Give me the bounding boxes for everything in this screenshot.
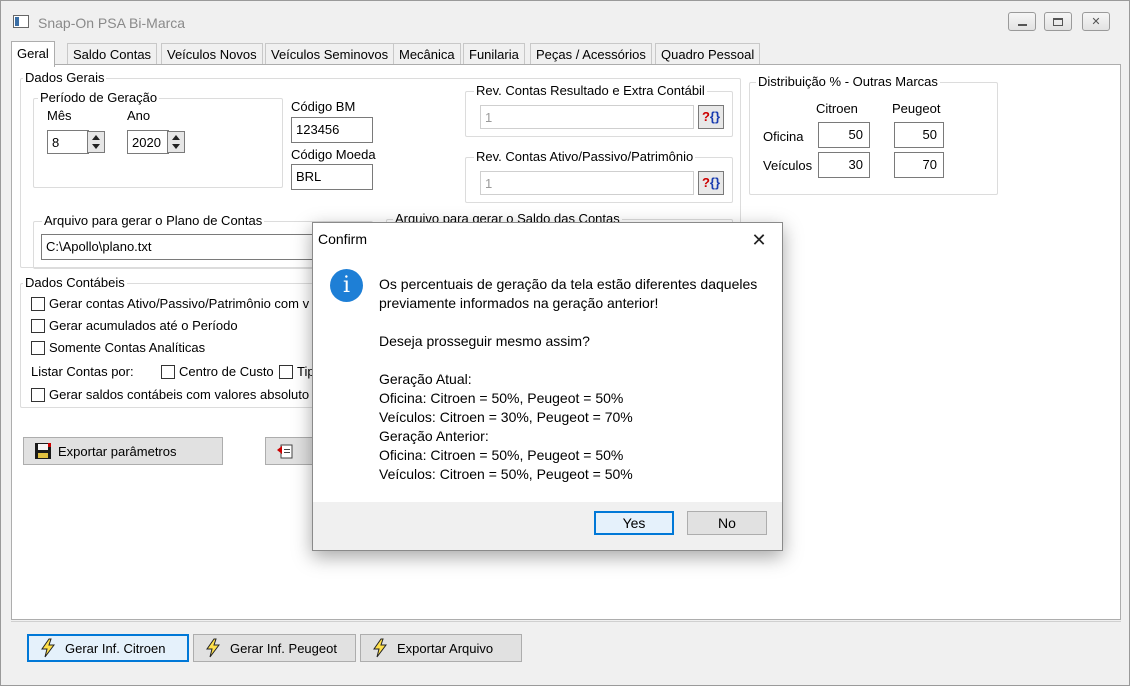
tab-saldo-contas[interactable]: Saldo Contas (67, 43, 158, 65)
rev-ativo-title: Rev. Contas Ativo/Passivo/Patrimônio (474, 149, 696, 164)
dialog-title: Confirm (318, 231, 368, 247)
dialog-button-bar: Yes No (313, 502, 782, 550)
minimize-button[interactable] (1008, 12, 1036, 31)
mes-input[interactable]: 8 (47, 130, 89, 154)
gerar-peugeot-button[interactable]: Gerar Inf. Peugeot (193, 634, 356, 662)
ano-spinner[interactable] (167, 131, 185, 153)
codigo-moeda-label: Código Moeda (291, 147, 376, 162)
maximize-button[interactable] (1044, 12, 1072, 31)
col-peugeot-label: Peugeot (892, 101, 941, 116)
dados-contabeis-group: Dados Contábeis Gerar contas Ativo/Passi… (20, 275, 322, 408)
row-oficina-label: Oficina (763, 129, 804, 144)
rev-resultado-title: Rev. Contas Resultado e Extra Contábil (474, 83, 707, 98)
close-icon: ✕ (751, 230, 767, 250)
ano-label: Ano (127, 108, 151, 123)
periodo-title: Período de Geração (38, 90, 160, 105)
tab-funilaria[interactable]: Funilaria (463, 43, 525, 65)
checkbox-centro-custo-label[interactable]: Centro de Custo (179, 364, 274, 379)
checkbox-ativo-passivo-label[interactable]: Gerar contas Ativo/Passivo/Patrimônio co… (49, 296, 309, 311)
oficina-citroen-input[interactable]: 50 (818, 122, 870, 148)
no-button[interactable]: No (687, 511, 767, 535)
dialog-close-button[interactable]: ✕ (744, 227, 774, 253)
checkbox-analiticas-label[interactable]: Somente Contas Analíticas (49, 340, 205, 355)
codigo-bm-label: Código BM (291, 99, 356, 114)
tab-veiculos-novos[interactable]: Veículos Novos (161, 43, 263, 65)
checkbox-analiticas[interactable] (31, 341, 45, 355)
checkbox-tipo[interactable] (279, 365, 293, 379)
gerar-citroen-label: Gerar Inf. Citroen (65, 640, 166, 656)
tab-veiculos-seminovos[interactable]: Veículos Seminovos (265, 43, 395, 65)
rev-resultado-input[interactable]: 1 (480, 105, 694, 129)
rev-ativo-lookup-button[interactable]: ?{} (698, 171, 724, 195)
tab-geral[interactable]: Geral (11, 41, 55, 67)
distribuicao-group: Distribuição % - Outras Marcas Citroen P… (749, 74, 998, 195)
message-line: Geração Atual: (379, 371, 472, 387)
codigo-moeda-input[interactable]: BRL (291, 164, 373, 190)
message-line: Oficina: Citroen = 50%, Peugeot = 50% (379, 447, 624, 463)
exportar-arquivo-button[interactable]: Exportar Arquivo (360, 634, 522, 662)
app-icon (13, 15, 29, 28)
mes-label: Mês (47, 108, 72, 123)
message-line: Veículos: Citroen = 50%, Peugeot = 50% (379, 466, 633, 482)
gerar-citroen-button[interactable]: Gerar Inf. Citroen (27, 634, 189, 662)
gerar-peugeot-label: Gerar Inf. Peugeot (230, 640, 337, 656)
minimize-icon (1017, 23, 1027, 26)
listar-contas-label: Listar Contas por: (31, 364, 134, 379)
rev-ativo-input[interactable]: 1 (480, 171, 694, 195)
title-bar[interactable]: Snap-On PSA Bi-Marca ✕ (1, 1, 1129, 37)
lightning-icon (373, 638, 387, 658)
arquivo-plano-title: Arquivo para gerar o Plano de Contas (42, 213, 265, 228)
exportar-parametros-label: Exportar parâmetros (58, 443, 177, 459)
exportar-arquivo-label: Exportar Arquivo (397, 640, 494, 656)
checkbox-ativo-passivo[interactable] (31, 297, 45, 311)
checkbox-valores-absolutos[interactable] (31, 388, 45, 402)
lightning-icon (206, 638, 220, 658)
maximize-icon (1053, 17, 1063, 26)
yes-button[interactable]: Yes (594, 511, 674, 535)
row-veiculos-label: Veículos (763, 158, 813, 173)
rev-resultado-group: Rev. Contas Resultado e Extra Contábil 1… (465, 83, 733, 137)
save-disk-icon (35, 443, 51, 459)
col-citroen-label: Citroen (816, 101, 858, 116)
message-line: Os percentuais de geração da tela estão … (379, 276, 758, 292)
ano-input[interactable]: 2020 (127, 130, 169, 154)
close-icon: ✕ (1091, 16, 1101, 28)
arquivo-plano-input[interactable]: C:\Apollo\plano.txt (41, 234, 331, 260)
message-line: Veículos: Citroen = 30%, Peugeot = 70% (379, 409, 633, 425)
window-title: Snap-On PSA Bi-Marca (38, 15, 186, 31)
rev-resultado-lookup-button[interactable]: ?{} (698, 105, 724, 129)
tab-pecas-acessorios[interactable]: Peças / Acessórios (530, 43, 652, 65)
lightning-icon (41, 638, 55, 658)
footer-bar: Gerar Inf. Citroen Gerar Inf. Peugeot Ex… (11, 621, 1121, 679)
import-document-icon (277, 444, 293, 459)
tab-quadro-pessoal[interactable]: Quadro Pessoal (655, 43, 761, 65)
rev-ativo-group: Rev. Contas Ativo/Passivo/Patrimônio 1 ?… (465, 149, 733, 203)
checkbox-acumulados-label[interactable]: Gerar acumulados até o Período (49, 318, 238, 333)
message-line: previamente informados na geração anteri… (379, 295, 659, 311)
oficina-peugeot-input[interactable]: 50 (894, 122, 944, 148)
confirm-dialog: Confirm ✕ i Os percentuais de geração da… (312, 222, 783, 551)
tab-mecanica[interactable]: Mecânica (393, 43, 461, 65)
checkbox-acumulados[interactable] (31, 319, 45, 333)
periodo-group: Período de Geração Mês 8 Ano 2020 (33, 90, 283, 188)
veiculos-peugeot-input[interactable]: 70 (894, 152, 944, 178)
codigo-bm-input[interactable]: 123456 (291, 117, 373, 143)
checkbox-centro-custo[interactable] (161, 365, 175, 379)
dados-contabeis-title: Dados Contábeis (23, 275, 127, 290)
info-icon: i (330, 269, 363, 302)
dados-gerais-title: Dados Gerais (23, 70, 107, 85)
checkbox-valores-absolutos-label[interactable]: Gerar saldos contábeis com valores absol… (49, 387, 309, 402)
message-line: Geração Anterior: (379, 428, 489, 444)
exportar-parametros-button[interactable]: Exportar parâmetros (23, 437, 223, 465)
distribuicao-title: Distribuição % - Outras Marcas (756, 74, 940, 89)
close-window-button[interactable]: ✕ (1082, 12, 1110, 31)
mes-spinner[interactable] (87, 131, 105, 153)
message-line: Deseja prosseguir mesmo assim? (379, 333, 590, 349)
message-line: Oficina: Citroen = 50%, Peugeot = 50% (379, 390, 624, 406)
veiculos-citroen-input[interactable]: 30 (818, 152, 870, 178)
